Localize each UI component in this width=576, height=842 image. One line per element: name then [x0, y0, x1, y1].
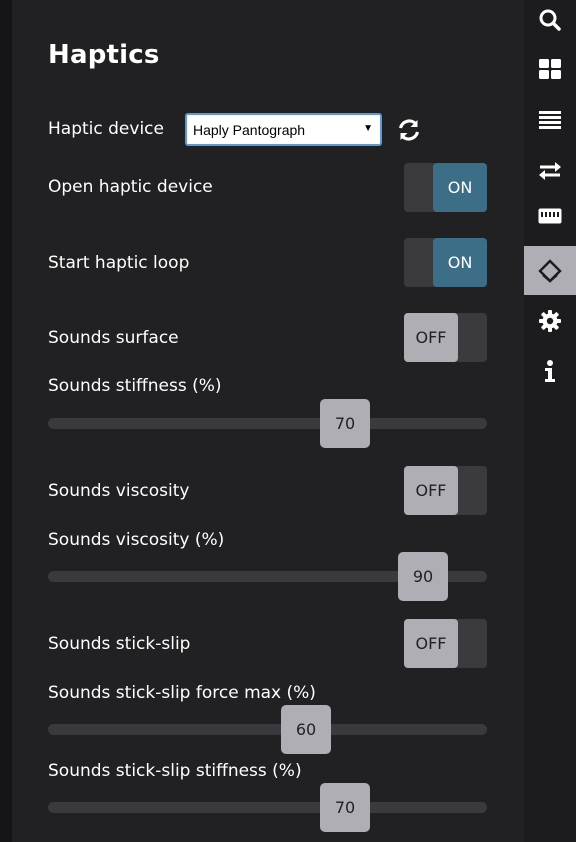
toggle-state: OFF	[404, 619, 458, 668]
chevron-down-icon: ▼	[363, 123, 373, 134]
stick-slip-force-slider[interactable]	[48, 724, 487, 735]
info-icon[interactable]	[534, 355, 566, 387]
haptic-device-select-value: Haply Pantograph	[193, 122, 306, 138]
start-haptic-loop-toggle[interactable]: ON	[404, 238, 487, 287]
sounds-surface-label: Sounds surface	[48, 328, 179, 348]
page-title: Haptics	[48, 40, 160, 70]
sounds-stiffness-thumb[interactable]: 70	[320, 399, 370, 448]
sounds-stick-slip-label: Sounds stick-slip	[48, 634, 191, 654]
toggle-state: OFF	[404, 313, 458, 362]
sounds-viscosity-pct-label: Sounds viscosity (%)	[48, 530, 225, 550]
gear-icon[interactable]	[534, 305, 566, 337]
transfer-arrows-icon[interactable]	[534, 155, 566, 187]
search-icon[interactable]	[534, 4, 566, 36]
toggle-state: OFF	[404, 466, 458, 515]
toggle-state: ON	[433, 163, 487, 212]
stick-slip-force-label: Sounds stick-slip force max (%)	[48, 683, 316, 703]
toggle-state: ON	[433, 238, 487, 287]
stick-slip-stiffness-slider[interactable]	[48, 802, 487, 813]
grid-icon[interactable]	[534, 53, 566, 85]
keyboard-icon[interactable]	[534, 200, 566, 232]
open-haptic-device-label: Open haptic device	[48, 177, 213, 197]
sounds-viscosity-toggle[interactable]: OFF	[404, 466, 487, 515]
stick-slip-force-thumb[interactable]: 60	[281, 705, 331, 754]
sounds-viscosity-thumb[interactable]: 90	[398, 552, 448, 601]
sounds-stiffness-slider[interactable]	[48, 418, 487, 429]
start-haptic-loop-label: Start haptic loop	[48, 253, 190, 273]
stick-slip-stiffness-label: Sounds stick-slip stiffness (%)	[48, 761, 302, 781]
refresh-icon[interactable]	[396, 117, 422, 143]
haptic-device-select[interactable]: Haply Pantograph ▼	[185, 113, 382, 146]
haptic-device-label: Haptic device	[48, 119, 164, 139]
haptics-icon[interactable]	[524, 246, 576, 295]
sounds-viscosity-label: Sounds viscosity	[48, 481, 190, 501]
sounds-surface-toggle[interactable]: OFF	[404, 313, 487, 362]
sounds-stiffness-label: Sounds stiffness (%)	[48, 376, 222, 396]
left-edge-strip	[0, 0, 12, 842]
sounds-stick-slip-toggle[interactable]: OFF	[404, 619, 487, 668]
list-icon[interactable]	[534, 104, 566, 136]
stick-slip-stiffness-thumb[interactable]: 70	[320, 783, 370, 832]
open-haptic-device-toggle[interactable]: ON	[404, 163, 487, 212]
